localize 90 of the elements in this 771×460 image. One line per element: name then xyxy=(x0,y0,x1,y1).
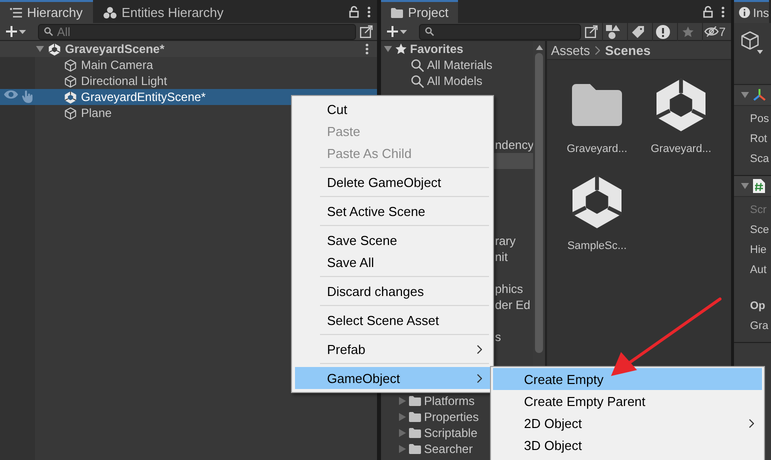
search-icon xyxy=(411,74,424,88)
chevron-icon xyxy=(749,418,754,428)
expanded-triangle-icon[interactable] xyxy=(384,45,392,53)
tag-icon[interactable] xyxy=(632,26,644,38)
menu-item[interactable]: Save Scene xyxy=(295,229,490,251)
asset-name[interactable]: Graveyard... xyxy=(566,143,628,155)
scene-row[interactable]: GraveyardScene* xyxy=(0,41,377,57)
tree-item[interactable]: Favorites xyxy=(381,41,533,57)
hidden-count: 7 xyxy=(719,24,726,38)
kebab-menu-icon[interactable] xyxy=(365,43,369,55)
axes-icon xyxy=(753,89,766,101)
menu-item[interactable]: Prefab xyxy=(295,338,490,360)
breadcrumb-item[interactable]: Assets xyxy=(551,42,590,58)
popout-icon[interactable] xyxy=(360,25,373,38)
folder-icon xyxy=(409,428,421,438)
cube-icon xyxy=(64,58,77,72)
search-icon xyxy=(44,27,53,36)
add-button[interactable] xyxy=(385,24,409,40)
expanded-triangle-icon[interactable] xyxy=(741,182,749,190)
info-icon xyxy=(739,7,750,18)
asset-name[interactable]: Graveyard... xyxy=(650,143,712,155)
hierarchy-item[interactable]: Main Camera xyxy=(0,57,377,73)
menu-item[interactable]: 2D Object xyxy=(493,412,762,434)
scrollbar-thumb[interactable] xyxy=(535,53,543,353)
cube-icon xyxy=(64,106,77,120)
field-label: Sce xyxy=(750,223,770,238)
chevron-icon xyxy=(595,46,600,54)
kebab-menu-icon[interactable] xyxy=(721,6,725,18)
component-header[interactable] xyxy=(734,176,771,197)
shapes-icon[interactable] xyxy=(606,24,620,38)
menu-item[interactable]: Save All xyxy=(295,251,490,273)
panel-tab[interactable]: Ins xyxy=(734,0,770,23)
folder-icon xyxy=(409,396,421,406)
field-label: Scr xyxy=(750,203,768,218)
search-icon xyxy=(425,27,434,36)
field-label: Gra xyxy=(750,319,770,334)
list-icon xyxy=(10,8,22,18)
menu-item[interactable]: Discard changes xyxy=(295,280,490,302)
cube-icon xyxy=(64,74,77,88)
expanded-triangle-icon[interactable] xyxy=(36,45,44,53)
unity-logo-icon xyxy=(64,90,77,104)
star-icon[interactable] xyxy=(395,43,407,55)
panel-tab[interactable]: Hierarchy xyxy=(0,0,93,23)
plus-icon xyxy=(387,26,398,37)
menu-item[interactable]: Select Scene Asset xyxy=(295,309,490,331)
folder-icon xyxy=(391,8,403,18)
panel-tab[interactable]: Project xyxy=(381,0,458,23)
caret-icon xyxy=(19,30,26,34)
menu-item[interactable]: GameObject xyxy=(295,367,490,389)
search-icon xyxy=(411,58,424,72)
chevron-icon xyxy=(477,374,482,382)
unity-logo-icon xyxy=(48,42,61,56)
hierarchy-item[interactable]: Directional Light xyxy=(0,73,377,89)
tree-item[interactable]: All Materials xyxy=(381,57,533,73)
search-field[interactable] xyxy=(419,24,581,40)
field-label: Aut xyxy=(750,263,768,278)
lock-icon[interactable] xyxy=(703,6,713,18)
breadcrumb-item[interactable]: Scenes xyxy=(605,42,651,58)
caret-icon xyxy=(400,30,407,34)
folder-icon xyxy=(572,84,622,126)
field-label: Sca xyxy=(750,152,770,167)
folder-icon xyxy=(409,444,421,454)
add-button[interactable] xyxy=(4,24,28,40)
menu-item[interactable]: 3D Object xyxy=(493,434,762,456)
cube-icon xyxy=(740,31,764,55)
exclamation-icon[interactable] xyxy=(656,24,670,38)
field-label: Hie xyxy=(750,243,768,258)
circles-icon xyxy=(102,6,117,18)
menu-item[interactable]: Set Active Scene xyxy=(295,200,490,222)
popout-icon[interactable] xyxy=(585,25,598,38)
expanded-triangle-icon[interactable] xyxy=(741,91,749,99)
lock-icon[interactable] xyxy=(349,6,359,18)
kebab-menu-icon[interactable] xyxy=(367,6,371,18)
field-label: Op xyxy=(750,299,766,314)
chevron-icon xyxy=(477,344,482,354)
tree-item[interactable]: All Models xyxy=(381,73,533,89)
plus-icon xyxy=(6,26,17,37)
star-icon[interactable] xyxy=(682,26,694,38)
field-label: Pos xyxy=(750,112,770,127)
hidden-eye-icon[interactable] xyxy=(704,26,720,37)
panel-tab[interactable]: Entities Hierarchy xyxy=(92,0,234,23)
menu-item[interactable]: Create Empty xyxy=(493,368,762,390)
menu-item[interactable]: Create Empty Parent xyxy=(493,390,762,412)
scroll-up-icon[interactable] xyxy=(536,45,542,50)
scene-name: GraveyardScene* xyxy=(65,42,164,56)
menu-item[interactable]: Delete GameObject xyxy=(295,171,490,193)
asset-name[interactable]: SampleSc... xyxy=(567,240,627,252)
field-label: Rot xyxy=(750,132,768,147)
script-icon xyxy=(753,179,765,193)
folder-icon xyxy=(409,412,421,422)
